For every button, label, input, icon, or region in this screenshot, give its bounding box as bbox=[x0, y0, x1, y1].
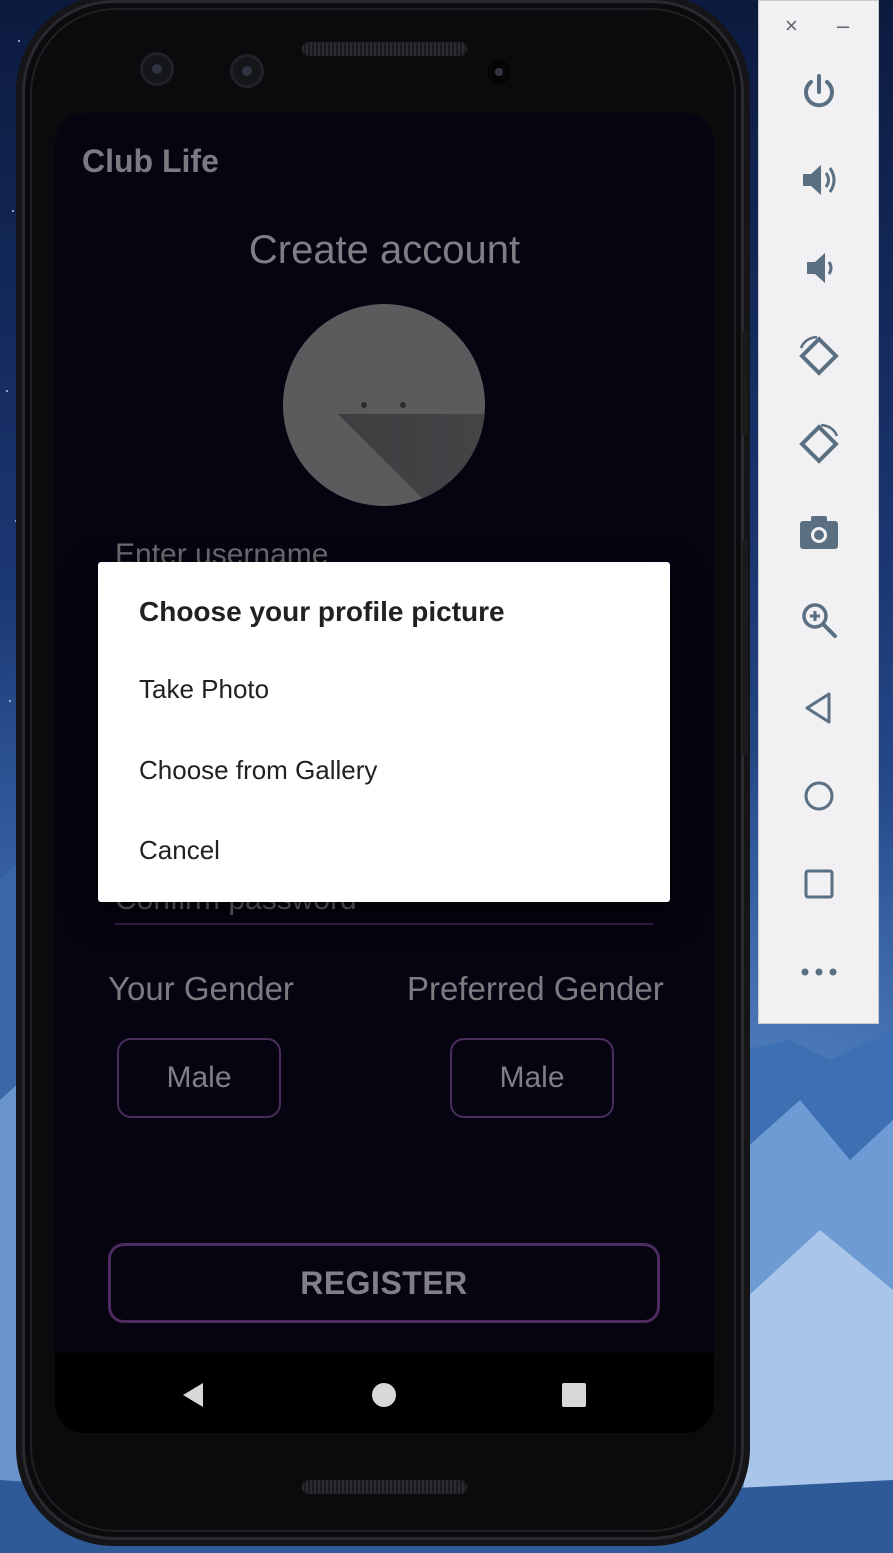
back-icon[interactable] bbox=[789, 678, 849, 738]
profile-picture-dialog: Choose your profile picture Take Photo C… bbox=[98, 562, 670, 902]
bottom-speaker bbox=[302, 1480, 467, 1494]
volume-side-button[interactable] bbox=[742, 540, 748, 755]
profile-picture-avatar[interactable] bbox=[283, 304, 485, 506]
android-nav-bar bbox=[55, 1353, 714, 1433]
nav-home-icon[interactable] bbox=[370, 1381, 398, 1409]
your-gender-selector[interactable]: Male bbox=[117, 1038, 281, 1118]
app-title: Club Life bbox=[82, 143, 219, 179]
power-icon[interactable] bbox=[789, 62, 849, 122]
power-side-button[interactable] bbox=[742, 330, 748, 435]
nav-back-icon[interactable] bbox=[179, 1381, 207, 1409]
preferred-gender-label: Preferred Gender bbox=[407, 970, 664, 1007]
minimize-icon[interactable]: – bbox=[837, 13, 849, 39]
home-icon[interactable] bbox=[789, 766, 849, 826]
volume-down-icon[interactable] bbox=[789, 238, 849, 298]
choose-from-gallery-option[interactable]: Choose from Gallery bbox=[139, 755, 377, 786]
rotate-left-icon[interactable] bbox=[789, 326, 849, 386]
take-photo-option[interactable]: Take Photo bbox=[139, 674, 269, 705]
close-icon[interactable]: × bbox=[785, 13, 798, 39]
preferred-gender-selector[interactable]: Male bbox=[450, 1038, 614, 1118]
camera-icon[interactable] bbox=[789, 502, 849, 562]
confirm-password-underline bbox=[115, 923, 653, 925]
proximity-sensor bbox=[487, 60, 511, 84]
cancel-option[interactable]: Cancel bbox=[139, 835, 220, 866]
overview-icon[interactable] bbox=[789, 854, 849, 914]
dialog-title: Choose your profile picture bbox=[139, 596, 505, 627]
nav-overview-icon[interactable] bbox=[560, 1381, 588, 1409]
volume-up-icon[interactable] bbox=[789, 150, 849, 210]
register-button[interactable]: REGISTER bbox=[108, 1243, 660, 1323]
top-speaker bbox=[302, 42, 467, 56]
zoom-icon[interactable] bbox=[789, 590, 849, 650]
page-title: Create account bbox=[248, 228, 521, 272]
rotate-right-icon[interactable] bbox=[789, 414, 849, 474]
front-camera bbox=[140, 52, 174, 86]
front-camera bbox=[230, 54, 264, 88]
more-icon[interactable] bbox=[789, 942, 849, 1002]
your-gender-label: Your Gender bbox=[108, 970, 294, 1007]
emulator-control-panel: × – bbox=[758, 0, 879, 1024]
